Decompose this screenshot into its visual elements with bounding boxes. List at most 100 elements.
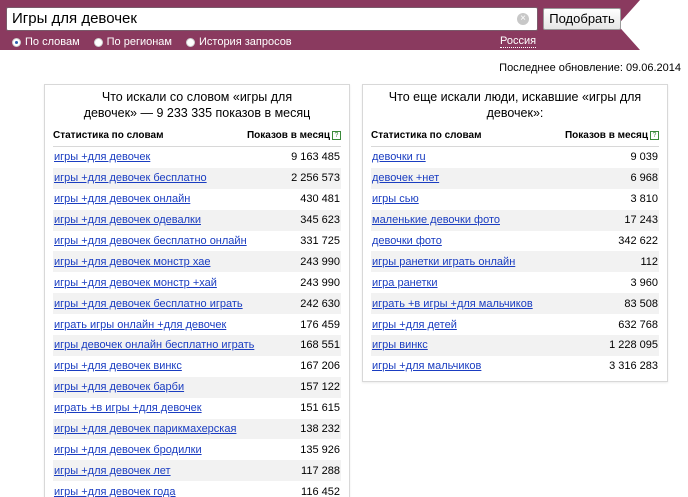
impressions-count: 112 [640, 255, 658, 268]
mode-history[interactable]: История запросов [186, 36, 292, 48]
impressions-count: 243 990 [300, 255, 340, 268]
impressions-label: Показов в месяц [246, 130, 330, 141]
table-row: игры +для девочек винкс 167 206 [53, 356, 341, 377]
impressions-count: 331 725 [300, 235, 340, 247]
right-table-header: Статистика по словам Показов в месяц? [371, 125, 659, 147]
table-row: игры +для девочек бродилки 135 926 [53, 439, 341, 460]
keyword-link[interactable]: игры +для девочек [54, 151, 150, 163]
table-row: игры сью 3 810 [371, 189, 659, 210]
table-row: играть +в игры +для девочек 151 615 [53, 398, 341, 419]
impressions-count: 168 551 [300, 339, 340, 352]
keyword-link[interactable]: игры +для девочек одевалки [54, 214, 201, 226]
table-row: играть +в игры +для мальчиков 83 508 [371, 293, 659, 315]
impressions-count: 138 232 [300, 423, 340, 436]
keyword-link[interactable]: игры девочек онлайн бесплатно играть [54, 339, 254, 351]
impressions-column-header: Показов в месяц? [247, 130, 341, 141]
keyword-link[interactable]: игры ранетки играть онлайн [372, 256, 515, 268]
left-table-header: Статистика по словам Показов в месяц? [53, 125, 341, 147]
table-row: игры +для девочек одевалки 345 623 [53, 209, 341, 231]
impressions-count: 3 960 [630, 276, 658, 289]
keyword-link[interactable]: игры +для девочек онлайн [54, 193, 190, 205]
impressions-count: 3 316 283 [609, 360, 658, 373]
right-panel: Что еще искали люди, искавшие «игры для … [362, 84, 668, 382]
keyword-link[interactable]: игры +для девочек парикмахерская [54, 423, 236, 435]
impressions-count: 151 615 [300, 402, 340, 415]
impressions-label: Показов в месяц [564, 130, 648, 141]
impressions-count: 1 228 095 [609, 339, 658, 352]
table-row: игры +для девочек монстр хае 243 990 [53, 251, 341, 273]
search-input[interactable]: Игры для девочек [6, 7, 538, 31]
search-header: Игры для девочек × Подобрать По словам П… [0, 0, 688, 50]
impressions-count: 6 968 [630, 172, 658, 185]
impressions-count: 167 206 [300, 360, 340, 373]
impressions-count: 345 623 [300, 214, 340, 227]
mode-by-words[interactable]: По словам [12, 36, 80, 48]
clear-icon[interactable]: × [517, 13, 529, 25]
keyword-link[interactable]: девочки ru [372, 151, 426, 163]
help-icon[interactable]: ? [650, 130, 659, 140]
submit-button[interactable]: Подобрать [543, 8, 621, 30]
title-line: девочек»: [486, 106, 544, 120]
keyword-link[interactable]: девочки фото [372, 235, 442, 247]
table-row: маленькие девочки фото 17 243 [371, 209, 659, 231]
right-table-body: девочки ru 9 039 девочек +нет 6 968 игры сью… [371, 147, 659, 377]
keyword-link[interactable]: игры +для девочек бесплатно онлайн [54, 235, 247, 247]
title-line: девочек» — 9 233 335 показов в месяц [83, 106, 311, 120]
keyword-link[interactable]: играть +в игры +для девочек [54, 402, 202, 414]
mode-label: По регионам [106, 36, 172, 48]
region-selector[interactable]: Россия [500, 35, 537, 48]
keyword-link[interactable]: игры винкс [372, 339, 428, 351]
table-row: играть игры онлайн +для девочек 176 459 [53, 314, 341, 335]
keyword-link[interactable]: игры +для девочек барби [54, 381, 184, 393]
table-row: игры +для мальчиков 3 316 283 [371, 356, 659, 377]
table-row: игры +для девочек онлайн 430 481 [53, 189, 341, 210]
keyword-link[interactable]: игры сью [372, 193, 419, 205]
radio-icon[interactable] [93, 37, 103, 47]
impressions-count: 9 039 [630, 151, 658, 164]
help-icon[interactable]: ? [332, 130, 341, 140]
table-row: игры +для девочек бесплатно онлайн 331 72… [53, 231, 341, 252]
keyword-link[interactable]: игры +для девочек винкс [54, 360, 182, 372]
impressions-count: 342 622 [618, 235, 658, 247]
impressions-count: 117 288 [301, 464, 340, 477]
impressions-count: 83 508 [624, 297, 658, 310]
keyword-link[interactable]: игра ранетки [372, 277, 438, 289]
table-row: игры +для девочек барби 157 122 [53, 376, 341, 398]
keyword-link[interactable]: игры +для девочек года [54, 486, 176, 497]
mode-label: История запросов [199, 36, 292, 48]
impressions-count: 632 768 [618, 318, 658, 331]
left-table-body: игры +для девочек 9 163 485 игры +для дево… [53, 147, 341, 497]
left-panel: Что искали со словом «игры для девочек» … [44, 84, 350, 497]
keyword-link[interactable]: игры +для мальчиков [372, 360, 481, 372]
impressions-count: 116 452 [301, 485, 340, 497]
keyword-link[interactable]: играть игры онлайн +для девочек [54, 319, 226, 331]
table-row: игры +для девочек года 116 452 [53, 481, 341, 497]
search-mode-group: По словам По регионам История запросов [12, 35, 306, 49]
keyword-link[interactable]: играть +в игры +для мальчиков [372, 298, 533, 310]
impressions-count: 3 810 [630, 193, 658, 206]
table-row: игры девочек онлайн бесплатно играть 168 … [53, 335, 341, 356]
impressions-count: 2 256 573 [291, 172, 340, 185]
mode-by-regions[interactable]: По регионам [93, 36, 172, 48]
keyword-link[interactable]: игры +для девочек бесплатно играть [54, 298, 243, 310]
right-panel-title: Что еще искали люди, искавшие «игры для … [363, 85, 667, 125]
impressions-count: 176 459 [300, 318, 340, 331]
keyword-link[interactable]: игры +для девочек бесплатно [54, 172, 207, 184]
table-row: игры +для девочек бесплатно 2 256 573 [53, 167, 341, 189]
impressions-count: 135 926 [300, 443, 340, 456]
keyword-link[interactable]: игры +для девочек монстр +хай [54, 277, 217, 289]
keywords-column-header: Статистика по словам [371, 130, 482, 141]
radio-icon[interactable] [12, 37, 21, 47]
radio-icon[interactable] [186, 37, 195, 47]
left-panel-title: Что искали со словом «игры для девочек» … [45, 85, 349, 125]
impressions-count: 430 481 [300, 193, 340, 206]
table-row: игры +для детей 632 768 [371, 314, 659, 335]
keyword-link[interactable]: игры +для девочек монстр хае [54, 256, 210, 268]
impressions-count: 9 163 485 [291, 151, 340, 164]
keyword-link[interactable]: игры +для девочек бродилки [54, 444, 202, 456]
keyword-link[interactable]: маленькие девочки фото [372, 214, 500, 226]
keyword-link[interactable]: девочек +нет [372, 172, 439, 184]
mode-label: По словам [25, 36, 80, 48]
keyword-link[interactable]: игры +для девочек лет [54, 465, 171, 477]
keyword-link[interactable]: игры +для детей [372, 319, 457, 331]
